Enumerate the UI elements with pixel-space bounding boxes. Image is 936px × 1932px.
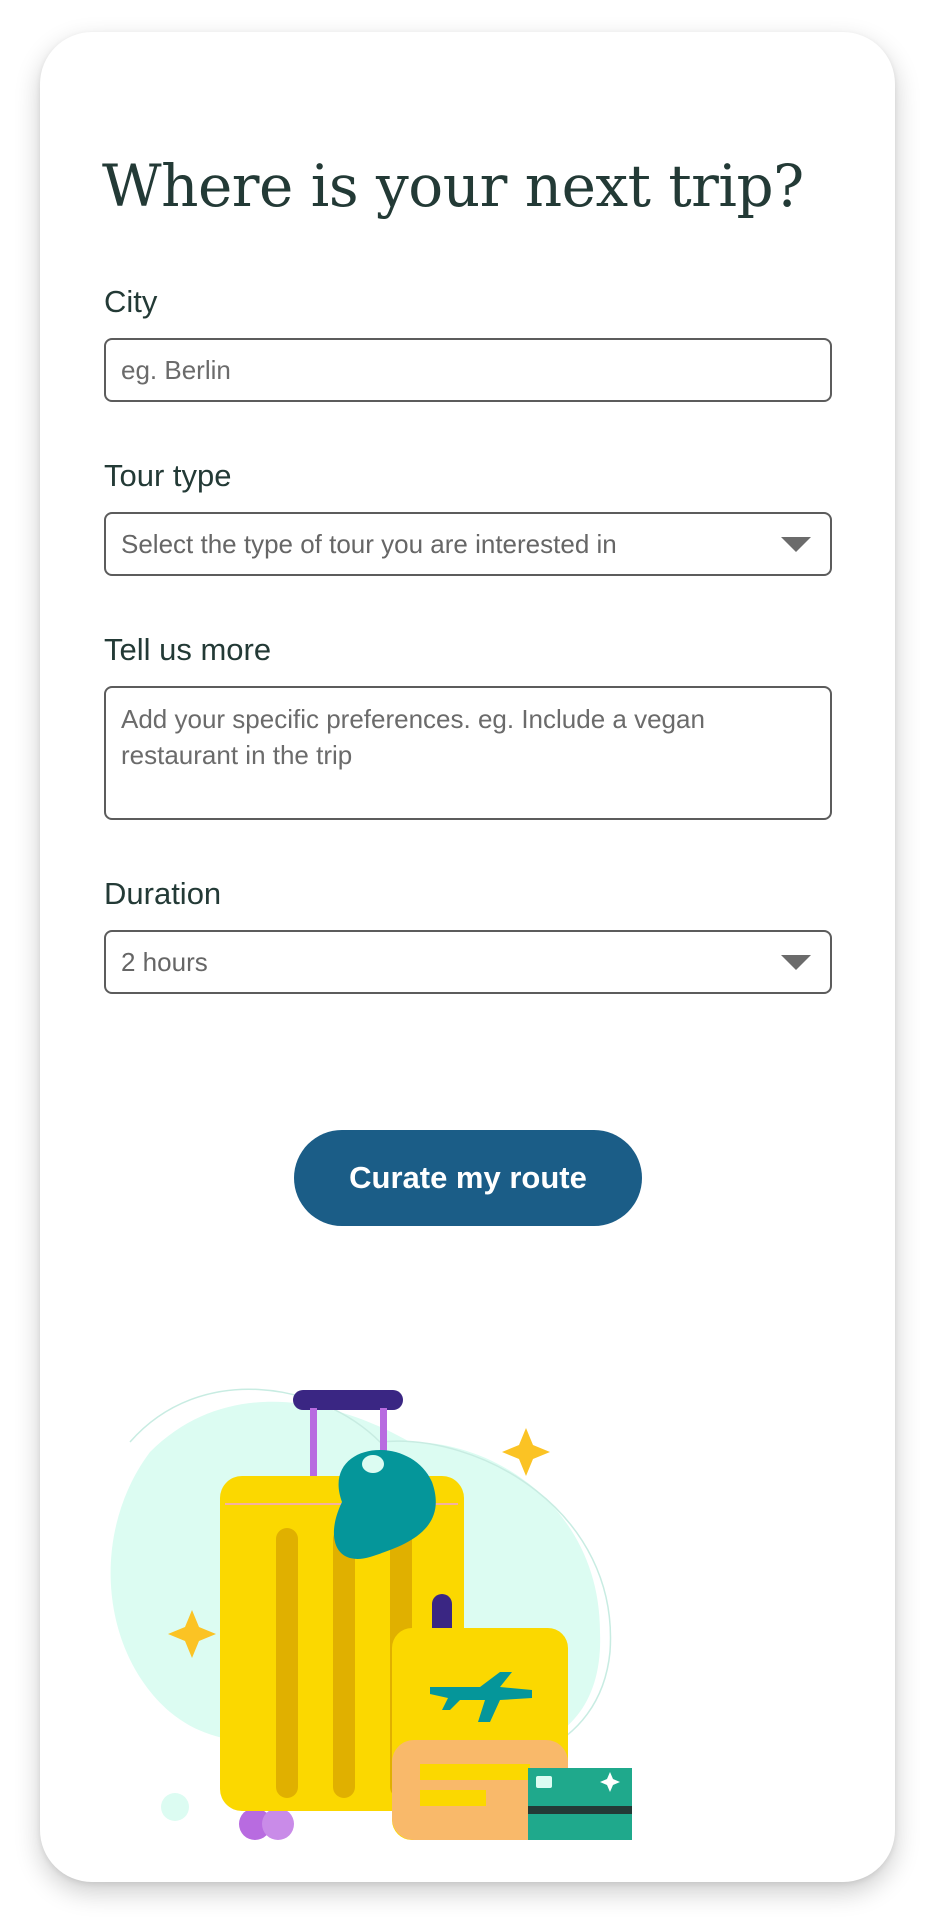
pouch-strip [420,1790,486,1806]
suitcase-rib [333,1528,355,1798]
page-title: Where is your next trip? [102,152,804,220]
duration-select[interactable]: 2 hours [104,930,832,994]
tag-hole [362,1455,384,1473]
tour-type-placeholder: Select the type of tour you are interest… [121,528,617,559]
chevron-down-icon [781,536,811,552]
card-stripe [528,1806,632,1814]
pouch-strip [420,1764,530,1780]
duration-label: Duration [104,876,222,911]
sparkle-icon [502,1428,550,1476]
preferences-textarea[interactable] [104,686,832,820]
chevron-down-icon [781,954,811,970]
suitcase-wheel [262,1808,294,1840]
duration-value: 2 hours [121,946,208,977]
city-label: City [104,284,158,319]
luggage-illustration [110,1388,632,1840]
curate-route-button[interactable]: Curate my route [294,1130,642,1226]
city-input[interactable] [104,338,832,402]
tell-us-more-label: Tell us more [104,632,272,667]
tour-type-select[interactable]: Select the type of tour you are interest… [104,512,832,576]
tour-type-label: Tour type [104,458,232,493]
suitcase-handle [293,1390,403,1410]
suitcase-rib [276,1528,298,1798]
dot-decoration [161,1793,189,1821]
card-chip [536,1776,552,1788]
trip-form-card: Where is your next trip? City Tour type … [40,32,895,1882]
